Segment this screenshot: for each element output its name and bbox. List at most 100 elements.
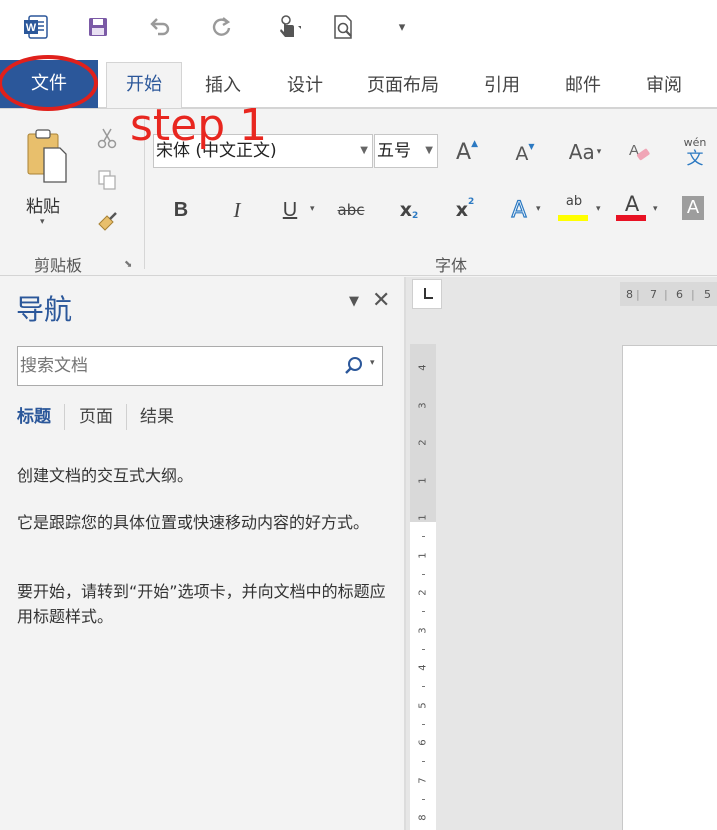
print-preview-button[interactable] <box>330 12 358 42</box>
nav-tab-divider <box>64 404 65 430</box>
navigation-search-box[interactable]: ▾ <box>17 346 383 386</box>
nav-tab-results[interactable]: 结果 <box>140 406 174 428</box>
ruler-tick-label: 5 <box>417 701 429 709</box>
ruler-tick-mark <box>422 686 425 687</box>
ruler-tick-mark <box>422 761 425 762</box>
tab-insert[interactable]: 插入 <box>205 74 241 98</box>
ruler-tick-label: 1 <box>417 551 429 559</box>
character-shading-button[interactable]: A <box>682 196 704 220</box>
text-effects-dropdown-arrow[interactable]: ▾ <box>536 204 541 214</box>
navigation-pane-title: 导航 <box>16 293 73 326</box>
shrink-font-icon: A <box>515 143 529 165</box>
shrink-font-button[interactable]: A ▼ <box>510 139 540 169</box>
bold-button[interactable]: B <box>168 195 194 225</box>
italic-button[interactable]: I <box>224 195 250 225</box>
ruler-tick-label: 3 <box>417 626 429 634</box>
chevron-down-icon: ▼ <box>360 145 368 156</box>
tab-references[interactable]: 引用 <box>484 74 520 98</box>
save-button[interactable] <box>84 12 112 42</box>
ruler-tick-mark <box>422 611 425 612</box>
word-logo-icon: W <box>22 12 50 42</box>
save-icon <box>89 18 107 36</box>
tab-mailings[interactable]: 邮件 <box>565 74 601 98</box>
font-size-value: 五号 <box>377 141 411 161</box>
text-effects-button[interactable]: A <box>506 195 532 225</box>
search-input[interactable] <box>18 347 338 385</box>
annotation-ellipse <box>0 55 98 111</box>
underline-button[interactable]: U <box>276 195 304 225</box>
font-group-label: 字体 <box>435 256 468 275</box>
word-icon-letter: W <box>26 22 37 34</box>
highlight-icon: ab <box>565 194 583 209</box>
tab-page-layout[interactable]: 页面布局 <box>367 74 439 98</box>
tab-selector-button[interactable] <box>412 279 442 309</box>
font-size-combo[interactable]: 五号 ▼ <box>374 134 438 168</box>
format-painter-icon <box>98 212 117 231</box>
highlight-dropdown-arrow[interactable]: ▾ <box>596 204 601 214</box>
paste-dropdown-arrow[interactable]: ▾ <box>40 217 45 227</box>
chevron-down-icon: ▼ <box>425 145 433 156</box>
font-color-button[interactable]: A <box>616 193 648 227</box>
document-page[interactable] <box>622 345 717 830</box>
clear-formatting-icon: A <box>629 142 650 161</box>
nav-tab-headings[interactable]: 标题 <box>17 406 51 428</box>
cut-button[interactable] <box>94 125 120 151</box>
font-color-dropdown-arrow[interactable]: ▾ <box>653 204 658 214</box>
ruler-tick-label: 6 <box>676 288 683 301</box>
underline-dropdown-arrow[interactable]: ▾ <box>310 204 315 214</box>
ruler-tick-label: 2 <box>417 589 429 596</box>
ruler-tick-label: 1 <box>417 514 429 521</box>
nav-tab-pages[interactable]: 页面 <box>79 406 113 428</box>
annotation-step-text: step 1 <box>130 100 268 151</box>
grow-font-icon: A <box>456 139 472 165</box>
search-icon[interactable] <box>344 356 364 376</box>
clipboard-group-label: 剪贴板 <box>34 256 83 275</box>
redo-button[interactable] <box>208 12 236 42</box>
customize-qat-button[interactable]: ▾ <box>392 12 412 42</box>
ribbon-home: 粘贴 ▾ 剪贴板 ⬊ 宋体 (中文正文) ▼ 五号 ▼ A ▲ A ▼ Aa ▾… <box>0 108 717 276</box>
ruler-tick-mark <box>422 798 425 800</box>
subscript-icon: x <box>399 199 412 221</box>
ruler-tick-label: 6 <box>417 739 429 746</box>
pane-options-chevron-icon[interactable]: ▼ <box>349 294 359 309</box>
touch-hand-icon <box>280 15 301 37</box>
quick-access-toolbar: W ▾ <box>0 0 717 60</box>
phonetic-top: wén <box>683 136 707 149</box>
highlight-button[interactable]: ab <box>558 193 590 227</box>
ruler-tick-mark <box>422 723 425 725</box>
subscript-mark: 2 <box>412 211 419 221</box>
nav-help-text-2: 它是跟踪您的具体位置或快速移动内容的好方式。 <box>17 513 370 532</box>
tab-design[interactable]: 设计 <box>287 74 323 98</box>
grow-font-button[interactable]: A ▲ <box>452 137 482 167</box>
copy-button[interactable] <box>94 167 120 193</box>
phonetic-bottom: 文 <box>686 149 704 169</box>
horizontal-ruler[interactable]: 8 | 7 | 6 | 5 <box>620 282 717 306</box>
phonetic-guide-button[interactable]: wén 文 <box>680 137 710 173</box>
subscript-button[interactable]: x2 <box>396 195 422 225</box>
undo-button[interactable] <box>146 12 174 42</box>
ruler-tick-mark <box>422 536 425 537</box>
redo-icon <box>212 17 231 36</box>
superscript-button[interactable]: x2 <box>452 195 478 225</box>
paste-label: 粘贴 <box>26 197 60 217</box>
superscript-mark: 2 <box>468 197 475 207</box>
format-painter-button[interactable] <box>94 209 120 235</box>
touch-mode-button[interactable] <box>268 12 308 42</box>
change-case-button[interactable]: Aa ▾ <box>564 137 606 167</box>
close-pane-button[interactable]: ✕ <box>372 288 390 314</box>
search-options-chevron-icon[interactable]: ▾ <box>370 358 375 368</box>
scissors-icon <box>97 128 117 149</box>
clipboard-launcher-icon[interactable]: ⬊ <box>124 259 132 270</box>
superscript-icon: x <box>455 199 468 221</box>
paste-button[interactable] <box>18 123 74 189</box>
left-tab-stop-icon <box>424 288 433 299</box>
ruler-tick-label: 2 <box>417 439 429 446</box>
ruler-tick-label: 5 <box>704 288 711 301</box>
strikethrough-button[interactable]: abc <box>336 195 366 225</box>
nav-help-text-3: 要开始，请转到“开始”选项卡，并向文档中的标题应用标题样式。 <box>17 582 386 626</box>
ruler-tick-mark <box>422 648 425 650</box>
clear-formatting-button[interactable]: A <box>624 137 654 167</box>
ruler-tick-label: 8 <box>417 814 429 821</box>
ruler-tick-label: 1 <box>417 476 429 484</box>
tab-review[interactable]: 审阅 <box>646 74 682 98</box>
